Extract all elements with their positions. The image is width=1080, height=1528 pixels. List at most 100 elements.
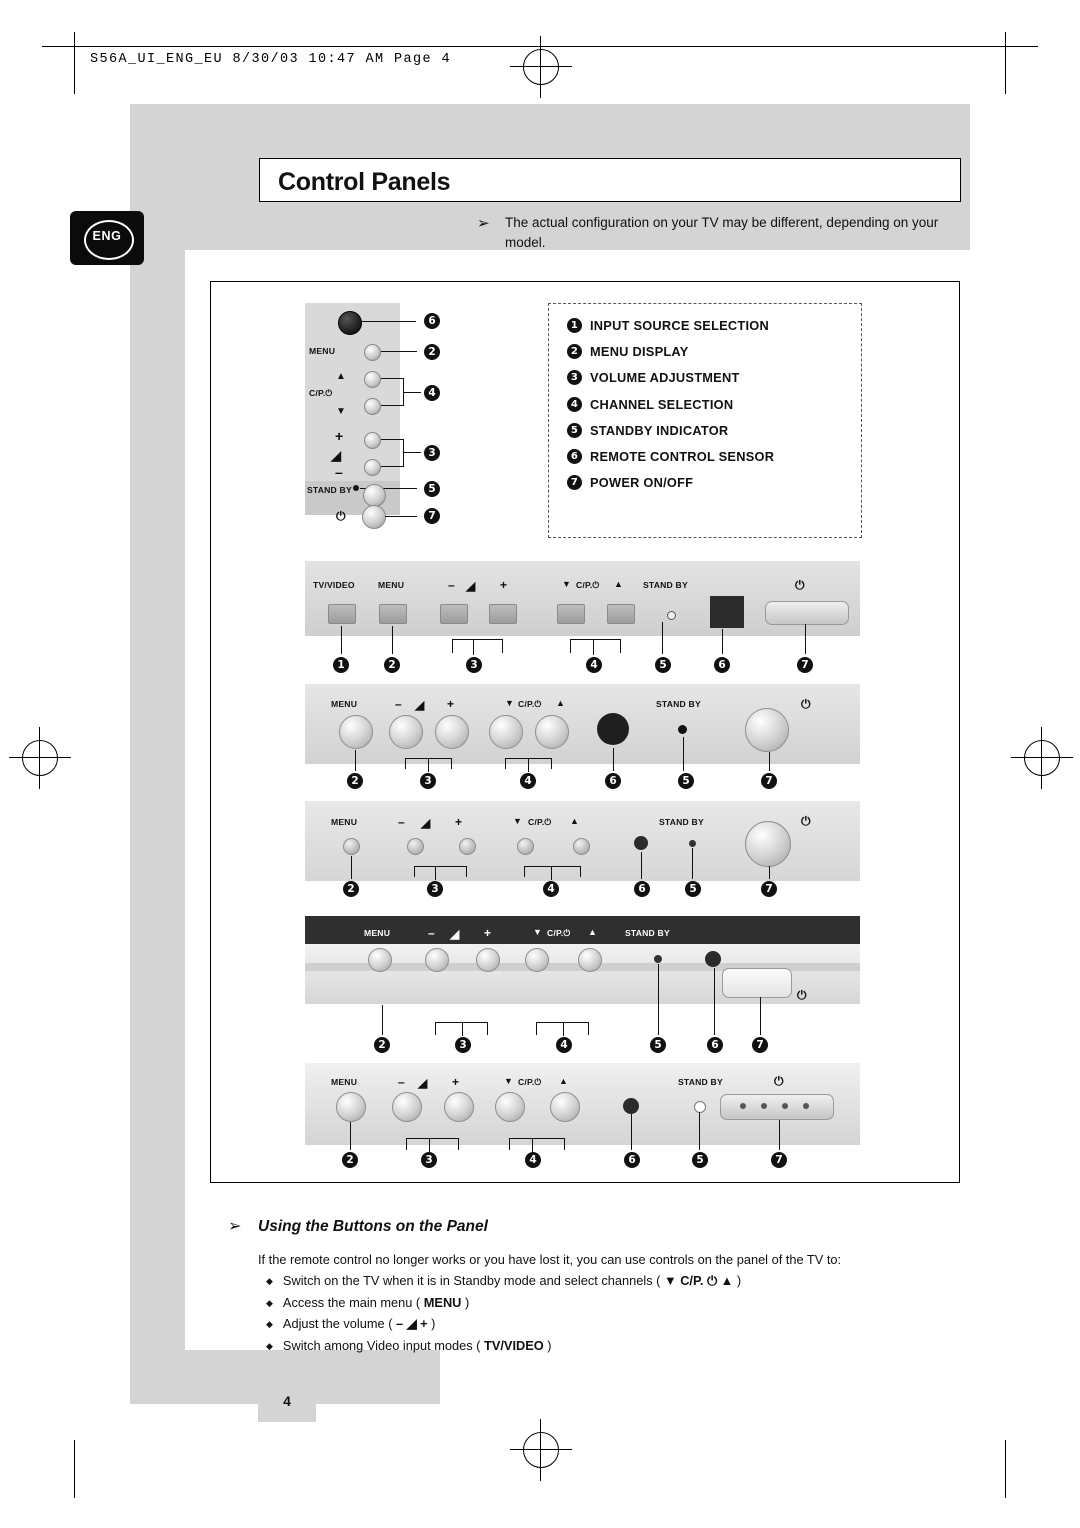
- callout-bracket-3-row3-b: [466, 866, 467, 877]
- header-rule: [42, 46, 1038, 47]
- callout-bracket-3-row4-a: [435, 1022, 436, 1035]
- channel-down-button-vertical[interactable]: [364, 398, 381, 415]
- callout-4-row5: 4: [525, 1152, 541, 1168]
- callout-6-vertical: 6: [424, 313, 440, 329]
- speaker-hole-1: [740, 1103, 746, 1109]
- channel-up-button-row1[interactable]: [607, 604, 635, 624]
- label-cp-row3: C/P.⏻: [528, 817, 552, 828]
- remote-sensor-row4: [705, 951, 721, 967]
- power-button-row5[interactable]: [720, 1094, 834, 1120]
- channel-up-button-row2[interactable]: [535, 715, 569, 749]
- label-standby-row5: STAND BY: [678, 1077, 723, 1087]
- list-item: ◆ Switch on the TV when it is in Standby…: [266, 1273, 966, 1290]
- volume-icon-vertical: ◢: [331, 448, 342, 463]
- power-button-vertical[interactable]: [363, 484, 386, 507]
- volume-down-button-vertical[interactable]: [364, 459, 381, 476]
- volume-down-button-row5[interactable]: [392, 1092, 422, 1122]
- volume-down-button-row4[interactable]: [425, 948, 449, 972]
- volume-up-button-row4[interactable]: [476, 948, 500, 972]
- callout-bracket-3-row1-a: [452, 639, 453, 653]
- legend-bullet-4: 4: [567, 396, 582, 412]
- volume-down-button-row2[interactable]: [389, 715, 423, 749]
- power-button-vertical-2[interactable]: [362, 505, 386, 529]
- channel-up-button-vertical[interactable]: [364, 371, 381, 388]
- power-button-row2[interactable]: [745, 708, 789, 752]
- legend-bullet-6: 6: [567, 448, 582, 464]
- volume-up-button-row5[interactable]: [444, 1092, 474, 1122]
- channel-down-button-row4[interactable]: [525, 948, 549, 972]
- callout-bracket-4-row3-b: [580, 866, 581, 877]
- menu-button-row2[interactable]: [339, 715, 373, 749]
- callout-bracket-3-row1-c: [452, 639, 502, 640]
- power-symbol-row2: ⏻: [801, 697, 811, 711]
- callout-line-4v: [403, 392, 421, 393]
- label-menu-row2: MENU: [331, 699, 358, 709]
- callout-bracket-3-row3-a: [414, 866, 415, 877]
- callout-bracket-3-row5-a: [406, 1138, 407, 1150]
- diamond-bullet-icon: ◆: [266, 1340, 273, 1351]
- remote-sensor-row5: [623, 1098, 639, 1114]
- callout-6-row5: 6: [624, 1152, 640, 1168]
- volume-up-button-vertical[interactable]: [364, 432, 381, 449]
- channel-down-button-row2[interactable]: [489, 715, 523, 749]
- page-title: Control Panels: [278, 168, 451, 196]
- label-menu-row4: MENU: [364, 928, 391, 938]
- registration-mark-bottom: [510, 1419, 572, 1481]
- power-button-row4[interactable]: [722, 968, 792, 998]
- menu-button-row5[interactable]: [336, 1092, 366, 1122]
- label-up-row2: ▲: [556, 698, 566, 708]
- legend-item: 1 INPUT SOURCE SELECTION: [567, 318, 861, 333]
- power-button-row3[interactable]: [745, 821, 791, 867]
- volume-up-button-row1[interactable]: [489, 604, 517, 624]
- callout-line-2v: [381, 351, 417, 352]
- volume-down-button-row1[interactable]: [440, 604, 468, 624]
- callout-bracket-3c: [403, 439, 404, 467]
- callout-stem-6-row2: [613, 748, 614, 771]
- volume-up-button-row2[interactable]: [435, 715, 469, 749]
- volume-down-button-row3[interactable]: [407, 838, 424, 855]
- callout-stem-3-row4: [462, 1022, 463, 1036]
- crop-mark-tl-v: [74, 32, 75, 94]
- callout-stem-5-row1: [662, 622, 663, 654]
- callout-bracket-3-row5-c: [406, 1138, 458, 1139]
- label-down-row2: ▼: [505, 698, 515, 708]
- channel-down-button-row1[interactable]: [557, 604, 585, 624]
- standby-indicator-row1: [667, 611, 676, 620]
- callout-stem-5-row5: [699, 1112, 700, 1150]
- power-button-row1[interactable]: [765, 601, 849, 625]
- callout-bracket-4-row5-a: [509, 1138, 510, 1150]
- legend-bullet-2: 2: [567, 344, 582, 360]
- note-arrow-icon: ➢: [477, 215, 490, 232]
- callout-4-row4: 4: [556, 1037, 572, 1053]
- menu-button-row3[interactable]: [343, 838, 360, 855]
- callout-bracket-4-row1-c: [570, 639, 620, 640]
- callout-3-row4: 3: [455, 1037, 471, 1053]
- section-heading: Using the Buttons on the Panel: [258, 1218, 488, 1235]
- legend-item: 2 MENU DISPLAY: [567, 344, 861, 360]
- menu-button-row4[interactable]: [368, 948, 392, 972]
- callout-4-row2: 4: [520, 773, 536, 789]
- tvvideo-button-row1[interactable]: [328, 604, 356, 624]
- channel-up-button-row3[interactable]: [573, 838, 590, 855]
- channel-down-button-row5[interactable]: [495, 1092, 525, 1122]
- callout-bracket-3a: [381, 439, 403, 440]
- callout-bracket-4-row5-b: [564, 1138, 565, 1150]
- callout-stem-5-row2: [683, 737, 684, 771]
- callout-6-row1: 6: [714, 657, 730, 673]
- volume-icon-row4: ◢: [450, 927, 460, 941]
- menu-button-row1[interactable]: [379, 604, 407, 624]
- menu-button-vertical[interactable]: [364, 344, 381, 361]
- channel-down-button-row3[interactable]: [517, 838, 534, 855]
- volume-icon-row5: ◢: [418, 1076, 428, 1090]
- label-menu-row3: MENU: [331, 817, 358, 827]
- channel-up-button-row5[interactable]: [550, 1092, 580, 1122]
- channel-up-button-row4[interactable]: [578, 948, 602, 972]
- callout-bracket-4-row3-c: [524, 866, 580, 867]
- callout-4-row3: 4: [543, 881, 559, 897]
- label-plus-row4: +: [484, 926, 492, 940]
- volume-up-button-row3[interactable]: [459, 838, 476, 855]
- callout-3-row3: 3: [427, 881, 443, 897]
- crop-mark-br-v: [1005, 1440, 1006, 1498]
- callout-stem-4-row2: [528, 758, 529, 772]
- callout-7-row2: 7: [761, 773, 777, 789]
